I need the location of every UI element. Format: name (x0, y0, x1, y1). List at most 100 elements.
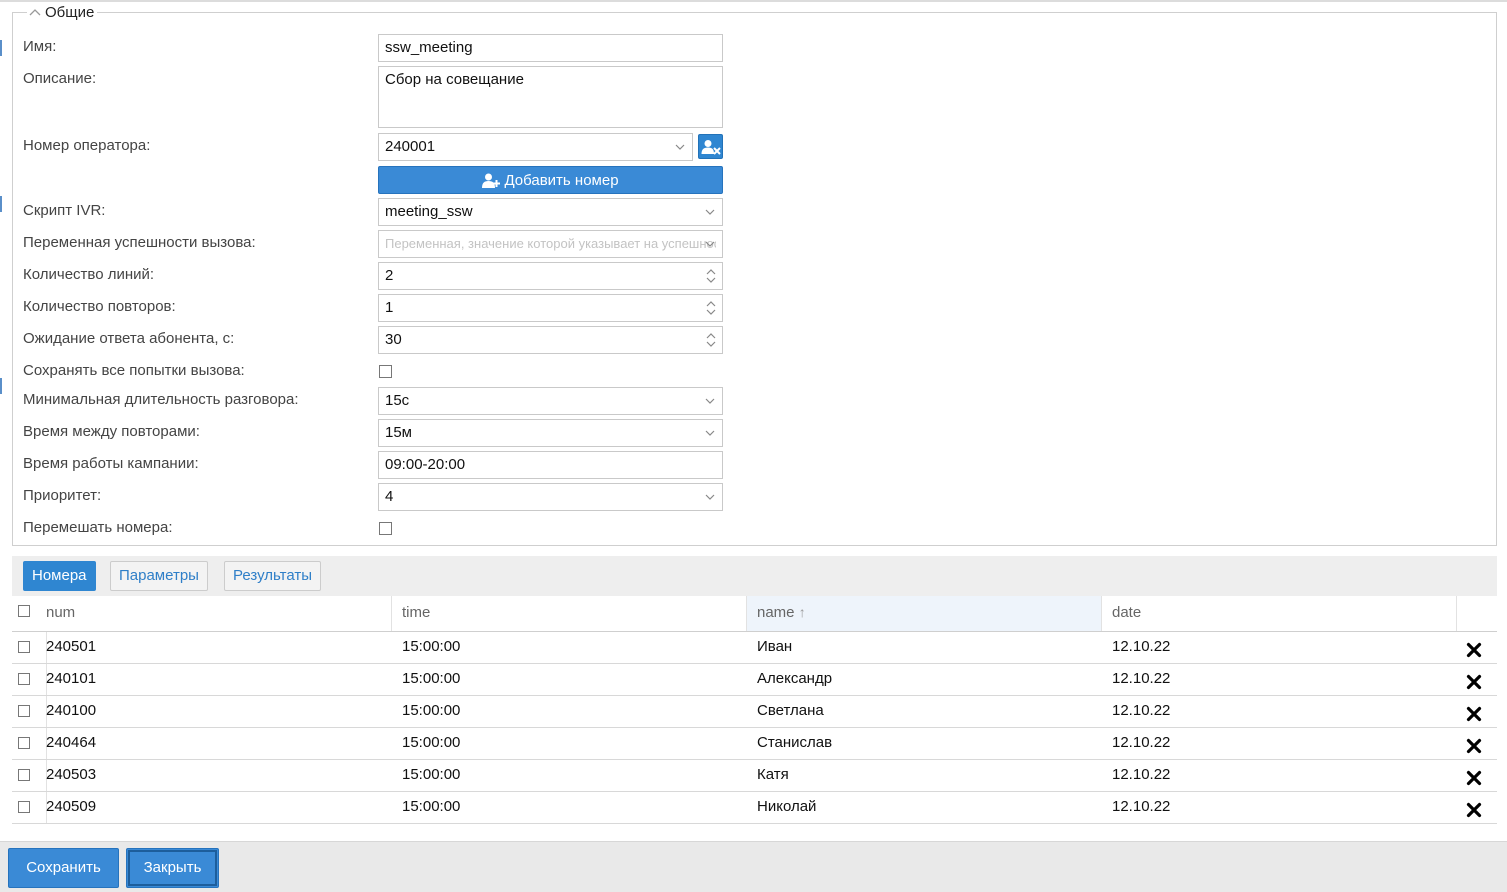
row-checkbox[interactable] (18, 769, 30, 781)
spinner-arrows-icon[interactable] (706, 267, 716, 285)
table-row[interactable]: 240509 15:00:00 Николай 12.10.22 (12, 792, 1497, 824)
general-fieldset: Общие (12, 5, 1497, 546)
lines-label: Количество линий: (23, 266, 155, 283)
ivr-script-select[interactable]: meeting_ssw (378, 198, 723, 226)
numbers-grid: num time name ↑ date 240501 15:00:00 Иван 1… (12, 596, 1497, 824)
cell-date: 12.10.22 (1112, 798, 1171, 815)
chevron-down-icon (705, 494, 715, 500)
retries-label: Количество повторов: (23, 298, 176, 315)
cell-time: 15:00:00 (402, 734, 461, 751)
cell-name: Иван (757, 638, 793, 655)
chevron-down-icon (705, 398, 715, 404)
cell-name: Александр (757, 670, 833, 687)
chevron-down-icon (705, 209, 715, 215)
general-legend[interactable]: Общие (27, 4, 98, 21)
row-checkbox[interactable] (18, 705, 30, 717)
cell-name: Катя (757, 766, 789, 783)
delete-row-icon[interactable] (1466, 674, 1482, 690)
user-remove-icon (701, 139, 721, 155)
lines-spinner[interactable]: 2 (378, 262, 723, 290)
lines-value: 2 (385, 267, 394, 284)
success-var-label: Переменная успешности вызова: (23, 234, 256, 251)
cell-name: Станислав (757, 734, 833, 751)
cell-num: 240101 (46, 670, 97, 687)
answer-wait-value: 30 (385, 331, 402, 348)
row-checkbox[interactable] (18, 673, 30, 685)
chevron-down-icon (705, 241, 715, 247)
shuffle-label: Перемешать номера: (23, 519, 173, 536)
grid-body: 240501 15:00:00 Иван 12.10.22 240101 15:00:00… (12, 632, 1497, 824)
answer-wait-spinner[interactable]: 30 (378, 326, 723, 354)
collapse-caret-icon[interactable] (29, 7, 41, 17)
spinner-arrows-icon[interactable] (706, 331, 716, 349)
shuffle-checkbox[interactable] (379, 522, 392, 535)
delete-row-icon[interactable] (1466, 802, 1482, 818)
row-checkbox[interactable] (18, 641, 30, 653)
select-all-cell (12, 596, 36, 631)
column-header-name[interactable]: name ↑ (747, 596, 1102, 631)
cell-time: 15:00:00 (402, 638, 461, 655)
chevron-down-icon (705, 430, 715, 436)
tab-bar: Номера Параметры Результаты (12, 556, 1497, 596)
min-duration-select[interactable]: 15с (378, 387, 723, 415)
work-time-input[interactable]: 09:00-20:00 (378, 451, 723, 479)
answer-wait-label: Ожидание ответа абонента, с: (23, 330, 235, 347)
min-duration-value: 15с (385, 392, 410, 409)
chevron-down-icon (675, 144, 685, 150)
tab-parameters[interactable]: Параметры (110, 561, 208, 591)
retry-interval-value: 15м (385, 424, 412, 441)
cell-name: Светлана (757, 702, 824, 719)
retries-value: 1 (385, 299, 394, 316)
table-row[interactable]: 240101 15:00:00 Александр 12.10.22 (12, 664, 1497, 696)
add-number-button[interactable]: Добавить номер (378, 166, 723, 194)
grid-header: num time name ↑ date (12, 596, 1497, 632)
priority-select[interactable]: 4 (378, 483, 723, 511)
cell-date: 12.10.22 (1112, 670, 1171, 687)
cell-num: 240464 (46, 734, 97, 751)
retry-interval-select[interactable]: 15м (378, 419, 723, 447)
ivr-script-label: Скрипт IVR: (23, 202, 106, 219)
tab-numbers[interactable]: Номера (23, 561, 96, 591)
cell-num: 240509 (46, 798, 97, 815)
ivr-script-value: meeting_ssw (385, 203, 473, 220)
column-header-time[interactable]: time (392, 596, 747, 631)
cell-time: 15:00:00 (402, 670, 461, 687)
operator-number-select[interactable]: 240001 (378, 133, 693, 161)
success-var-select[interactable]: Переменная, значение которой указывает н… (378, 230, 723, 258)
work-time-label: Время работы кампании: (23, 455, 199, 472)
table-row[interactable]: 240100 15:00:00 Светлана 12.10.22 (12, 696, 1497, 728)
operator-number-label: Номер оператора: (23, 137, 151, 154)
save-button[interactable]: Сохранить (8, 848, 119, 888)
retries-spinner[interactable]: 1 (378, 294, 723, 322)
row-checkbox[interactable] (18, 737, 30, 749)
table-row[interactable]: 240503 15:00:00 Катя 12.10.22 (12, 760, 1497, 792)
column-header-date[interactable]: date (1102, 596, 1457, 631)
cell-date: 12.10.22 (1112, 766, 1171, 783)
delete-row-icon[interactable] (1466, 706, 1482, 722)
close-button[interactable]: Закрыть (126, 848, 219, 888)
name-input[interactable]: ssw_meeting (378, 34, 723, 62)
cell-date: 12.10.22 (1112, 702, 1171, 719)
table-row[interactable]: 240501 15:00:00 Иван 12.10.22 (12, 632, 1497, 664)
description-label: Описание: (23, 70, 97, 87)
table-row[interactable]: 240464 15:00:00 Станислав 12.10.22 (12, 728, 1497, 760)
success-var-placeholder: Переменная, значение которой указывает н… (385, 236, 716, 251)
general-legend-label: Общие (45, 4, 95, 21)
delete-row-icon[interactable] (1466, 642, 1482, 658)
description-textarea[interactable]: Сбор на совещание (378, 66, 723, 128)
spinner-arrows-icon[interactable] (706, 299, 716, 317)
cell-time: 15:00:00 (402, 798, 461, 815)
save-attempts-checkbox[interactable] (379, 365, 392, 378)
select-all-checkbox[interactable] (18, 605, 30, 617)
cell-name: Николай (757, 798, 817, 815)
left-edge-marks (0, 0, 2, 840)
remove-operator-button[interactable] (698, 134, 723, 159)
cell-time: 15:00:00 (402, 766, 461, 783)
operator-number-value: 240001 (385, 138, 436, 155)
delete-row-icon[interactable] (1466, 770, 1482, 786)
tab-results[interactable]: Результаты (224, 561, 321, 591)
column-header-num[interactable]: num (36, 596, 392, 631)
cell-date: 12.10.22 (1112, 734, 1171, 751)
delete-row-icon[interactable] (1466, 738, 1482, 754)
row-checkbox[interactable] (18, 801, 30, 813)
